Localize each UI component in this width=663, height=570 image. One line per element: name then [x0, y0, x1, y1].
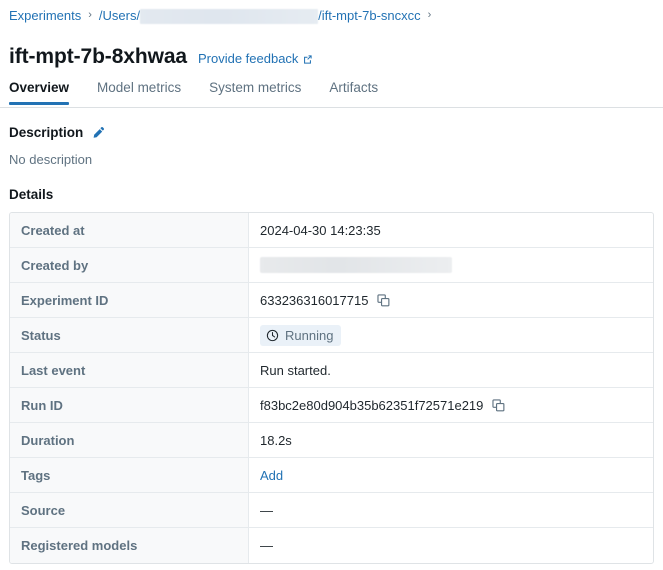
row-value-status: Running — [249, 318, 653, 352]
breadcrumb: Experiments › /Users/ /ift-mpt-7b-sncxcc… — [9, 7, 438, 25]
tab-model-metrics[interactable]: Model metrics — [97, 78, 181, 104]
row-value-duration: 18.2s — [260, 432, 292, 448]
row-value-created-by — [249, 248, 653, 282]
row-label-created-by: Created by — [10, 248, 249, 282]
table-row: Tags Add — [10, 458, 653, 493]
table-row: Source — — [10, 493, 653, 528]
tab-system-metrics[interactable]: System metrics — [209, 78, 301, 104]
copy-icon[interactable] — [492, 398, 505, 412]
pencil-icon[interactable] — [91, 126, 105, 140]
breadcrumb-item-users-prefix[interactable]: /Users/ — [99, 7, 140, 25]
breadcrumb-item-experiments[interactable]: Experiments — [9, 7, 81, 25]
details-table: Created at 2024-04-30 14:23:35 Created b… — [9, 212, 654, 564]
provide-feedback-link[interactable]: Provide feedback — [198, 51, 313, 66]
table-row: Status Running — [10, 318, 653, 353]
row-label-source: Source — [10, 493, 249, 527]
clock-icon — [266, 329, 279, 341]
table-row: Created by — [10, 248, 653, 283]
row-value-source: — — [260, 502, 273, 518]
add-tag-link[interactable]: Add — [260, 468, 283, 483]
title-row: ift-mpt-7b-8xhwaa Provide feedback — [9, 31, 313, 83]
tab-bar: Overview Model metrics System metrics Ar… — [0, 78, 663, 108]
redacted-user-bar — [260, 257, 452, 273]
table-row: Created at 2024-04-30 14:23:35 — [10, 213, 653, 248]
breadcrumb-item-experiment-path[interactable]: /ift-mpt-7b-sncxcc — [318, 7, 421, 25]
description-body: No description — [9, 152, 93, 167]
breadcrumb-separator-icon: › — [88, 9, 92, 21]
row-label-status: Status — [10, 318, 249, 352]
row-value-run-id: f83bc2e80d904b35b62351f72571e219 — [249, 388, 653, 422]
row-label-tags: Tags — [10, 458, 249, 492]
run-id-text: f83bc2e80d904b35b62351f72571e219 — [260, 397, 484, 413]
provide-feedback-label: Provide feedback — [197, 51, 299, 67]
row-label-experiment-id: Experiment ID — [10, 283, 249, 317]
details-heading: Details — [9, 187, 54, 202]
tab-overview[interactable]: Overview — [9, 78, 70, 105]
row-value-created-at: 2024-04-30 14:23:35 — [260, 222, 381, 238]
row-value-tags: Add — [249, 458, 653, 492]
description-heading: Description — [9, 125, 84, 140]
experiment-id-text: 633236316017715 — [260, 292, 369, 308]
status-label: Running — [285, 327, 334, 343]
copy-icon[interactable] — [377, 293, 390, 307]
row-label-registered-models: Registered models — [10, 528, 249, 563]
table-row: Run ID f83bc2e80d904b35b62351f72571e219 — [10, 388, 653, 423]
page-title: ift-mpt-7b-8xhwaa — [9, 45, 187, 69]
description-header: Description — [9, 125, 105, 140]
table-row: Duration 18.2s — [10, 423, 653, 458]
table-row: Last event Run started. — [10, 353, 653, 388]
row-label-duration: Duration — [10, 423, 249, 457]
table-row: Registered models — — [10, 528, 653, 563]
status-badge: Running — [260, 324, 342, 346]
tab-artifacts[interactable]: Artifacts — [329, 78, 378, 104]
external-link-icon — [304, 55, 313, 64]
experiment-run-page: Experiments › /Users/ /ift-mpt-7b-sncxcc… — [0, 0, 663, 570]
row-label-run-id: Run ID — [10, 388, 249, 422]
breadcrumb-redacted-user — [140, 8, 319, 24]
row-value-last-event: Run started. — [260, 362, 331, 378]
row-value-registered-models: — — [260, 538, 273, 553]
row-value-experiment-id: 633236316017715 — [249, 283, 653, 317]
row-label-created-at: Created at — [10, 213, 249, 247]
table-row: Experiment ID 633236316017715 — [10, 283, 653, 318]
breadcrumb-separator-icon-2: › — [427, 9, 432, 21]
row-label-last-event: Last event — [10, 353, 249, 387]
